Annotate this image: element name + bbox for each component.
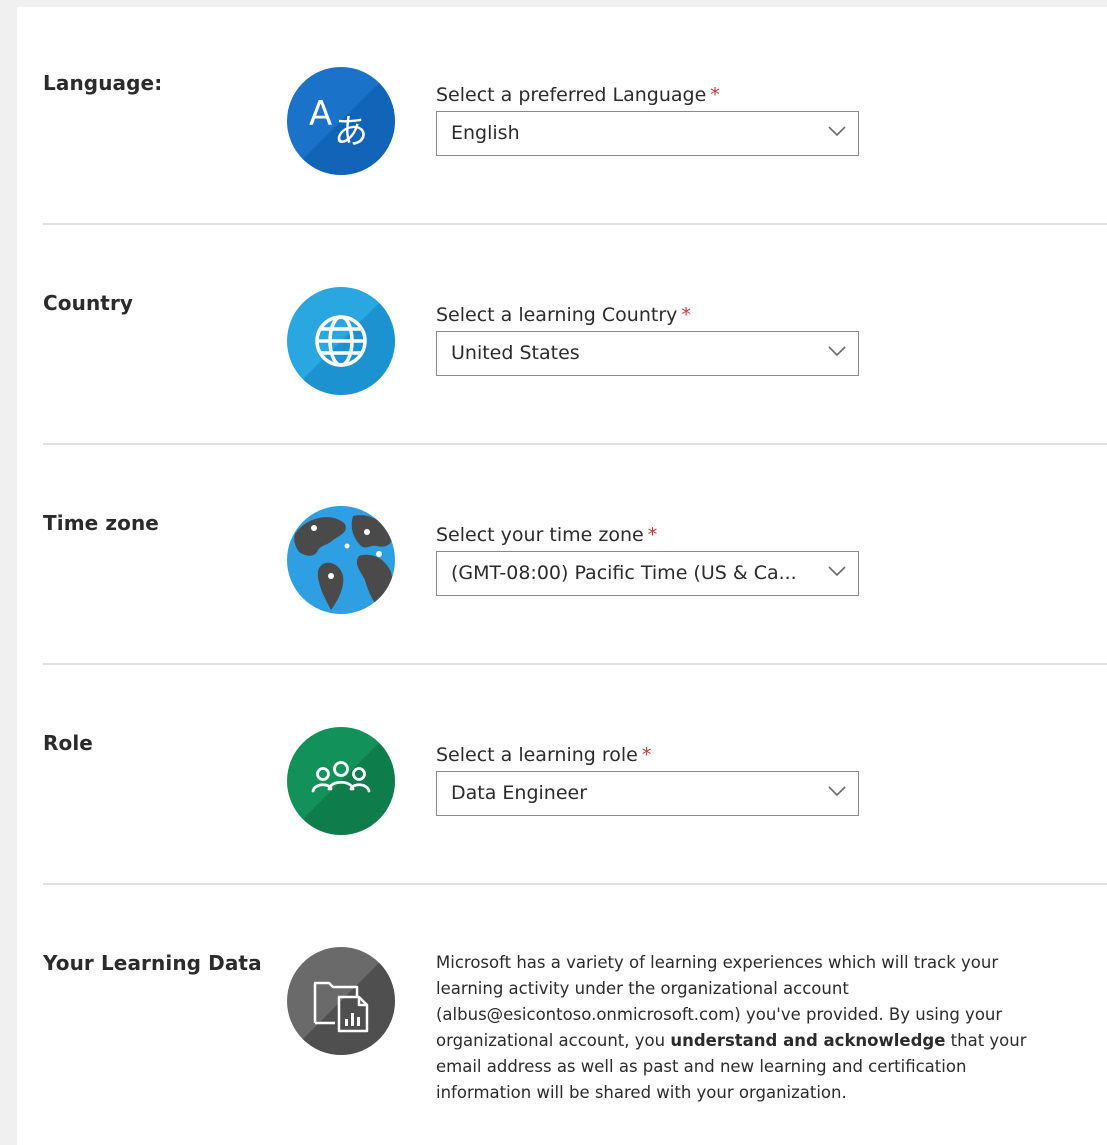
country-row-label: Country	[43, 291, 134, 315]
acknowledge-emphasis: understand and acknowledge	[670, 1031, 946, 1050]
time-zone-select[interactable]: (GMT-08:00) Pacific Time (US & Ca...	[436, 551, 859, 596]
required-mark: *	[681, 304, 691, 326]
language-field-label: Select a preferred Language *	[436, 84, 720, 106]
role-select[interactable]: Data Engineer	[436, 771, 859, 816]
country-select-value: United States	[451, 342, 580, 364]
language-row-label: Language:	[43, 71, 163, 95]
world-map-icon	[287, 506, 395, 614]
language-select-value: English	[451, 122, 520, 144]
chevron-down-icon	[828, 346, 846, 357]
time-zone-select-value: (GMT-08:00) Pacific Time (US & Ca...	[451, 562, 797, 584]
divider	[43, 223, 1107, 225]
required-mark: *	[641, 744, 652, 766]
people-group-icon	[287, 727, 395, 835]
country-select[interactable]: United States	[436, 331, 859, 376]
role-field-label: Select a learning role *	[436, 744, 652, 766]
time-zone-field-label: Select your time zone *	[436, 524, 658, 546]
folder-report-icon	[287, 947, 395, 1055]
required-mark: *	[647, 524, 658, 546]
time-zone-row-label: Time zone	[43, 511, 159, 535]
chevron-down-icon	[828, 786, 846, 797]
chevron-down-icon	[828, 126, 846, 137]
language-translate-icon: A あ	[287, 67, 395, 175]
role-row-label: Role	[43, 731, 93, 755]
learning-data-row-label: Your Learning Data	[43, 951, 262, 975]
country-field-label: Select a learning Country *	[436, 304, 691, 326]
role-select-value: Data Engineer	[451, 782, 588, 804]
svg-text:あ: あ	[334, 112, 368, 152]
svg-text:A: A	[309, 94, 332, 134]
language-select[interactable]: English	[436, 111, 859, 156]
divider	[43, 883, 1107, 885]
globe-icon	[287, 287, 395, 395]
required-mark: *	[710, 84, 720, 106]
divider	[43, 663, 1107, 665]
learning-data-disclaimer: Microsoft has a variety of learning expe…	[436, 953, 1027, 1102]
profile-settings-panel: Language: A あ Select a preferred Languag…	[17, 7, 1107, 1145]
divider	[43, 443, 1107, 445]
chevron-down-icon	[828, 566, 846, 577]
